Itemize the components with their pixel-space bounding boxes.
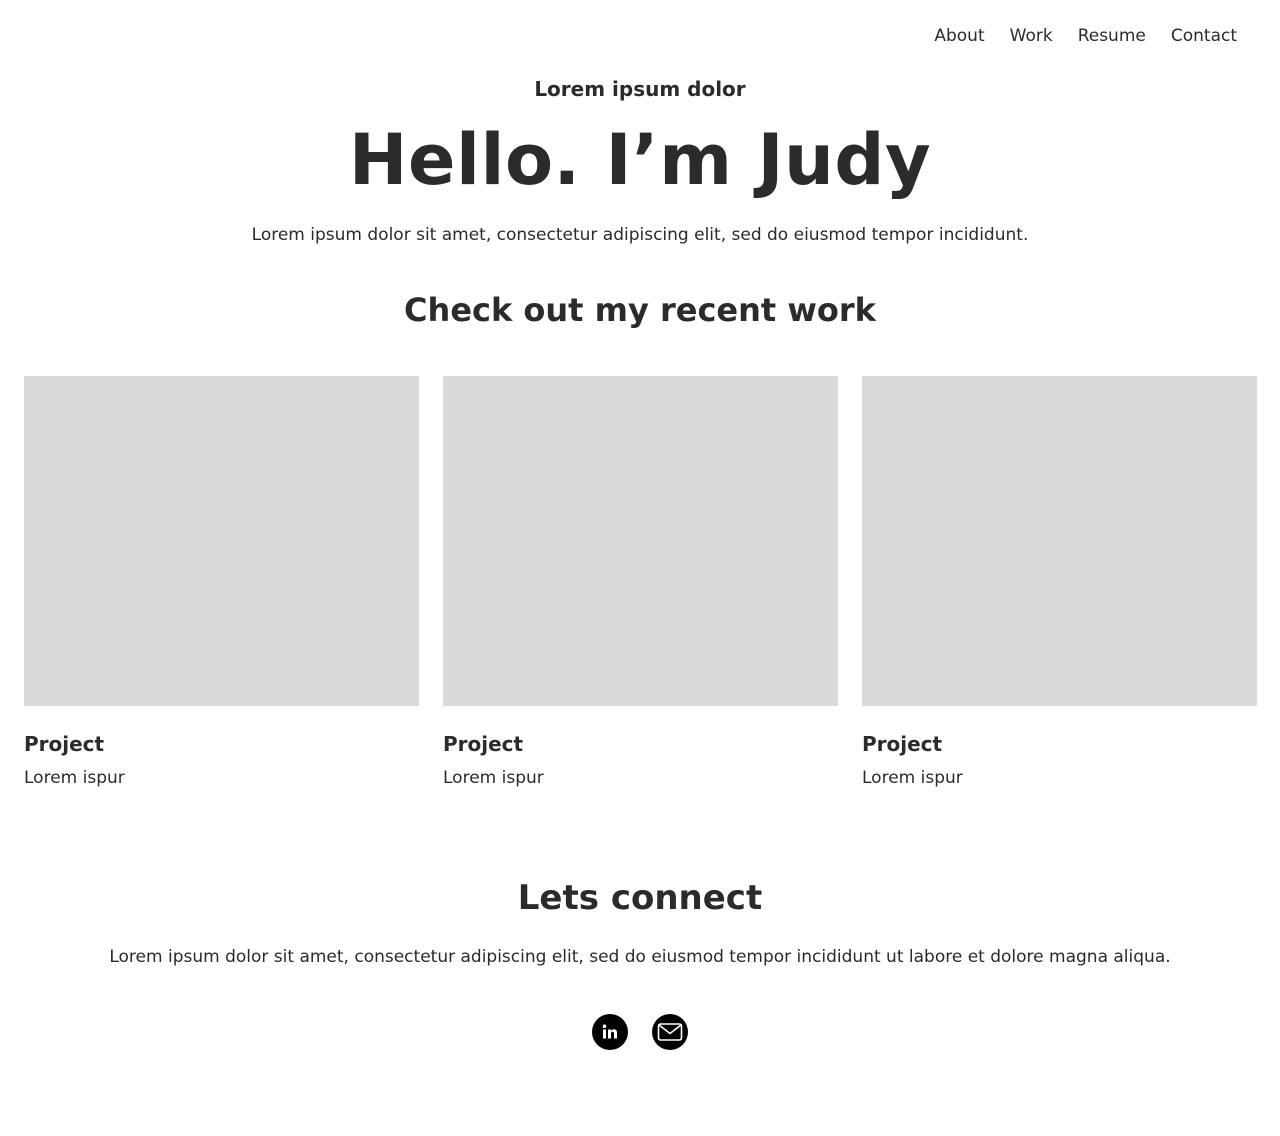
project-grid: Project Lorem ispur Project Lorem ispur … bbox=[24, 376, 1257, 789]
project-title: Project bbox=[24, 732, 105, 756]
project-description: Lorem ispur bbox=[24, 768, 125, 788]
linkedin-button[interactable] bbox=[592, 1014, 628, 1050]
nav-contact-link[interactable]: Contact bbox=[1171, 24, 1237, 48]
email-button[interactable] bbox=[652, 1014, 688, 1050]
mail-icon bbox=[657, 1023, 683, 1041]
project-description: Lorem ispur bbox=[862, 768, 963, 788]
top-nav: About Work Resume Contact bbox=[909, 24, 1237, 48]
hero-eyebrow: Lorem ipsum dolor bbox=[534, 77, 746, 101]
project-title: Project bbox=[862, 732, 943, 756]
linkedin-icon bbox=[602, 1024, 617, 1039]
nav-resume-link[interactable]: Resume bbox=[1078, 24, 1146, 48]
project-description: Lorem ispur bbox=[443, 768, 544, 788]
nav-about-link[interactable]: About bbox=[934, 24, 984, 48]
project-thumbnail[interactable] bbox=[443, 376, 838, 706]
nav-work-link[interactable]: Work bbox=[1010, 24, 1053, 48]
hero-title: Hello. I’m Judy bbox=[348, 119, 932, 201]
project-card[interactable]: Project Lorem ispur bbox=[24, 376, 419, 789]
project-thumbnail[interactable] bbox=[24, 376, 419, 706]
hero-subtitle: Lorem ipsum dolor sit amet, consectetur … bbox=[251, 225, 1029, 245]
work-section-title: Check out my recent work bbox=[404, 291, 876, 329]
project-thumbnail[interactable] bbox=[862, 376, 1257, 706]
project-card[interactable]: Project Lorem ispur bbox=[443, 376, 838, 789]
project-title: Project bbox=[443, 732, 524, 756]
project-card[interactable]: Project Lorem ispur bbox=[862, 376, 1257, 789]
connect-section-title: Lets connect bbox=[517, 878, 763, 918]
connect-subtitle: Lorem ipsum dolor sit amet, consectetur … bbox=[109, 947, 1171, 967]
social-links bbox=[592, 1014, 688, 1050]
